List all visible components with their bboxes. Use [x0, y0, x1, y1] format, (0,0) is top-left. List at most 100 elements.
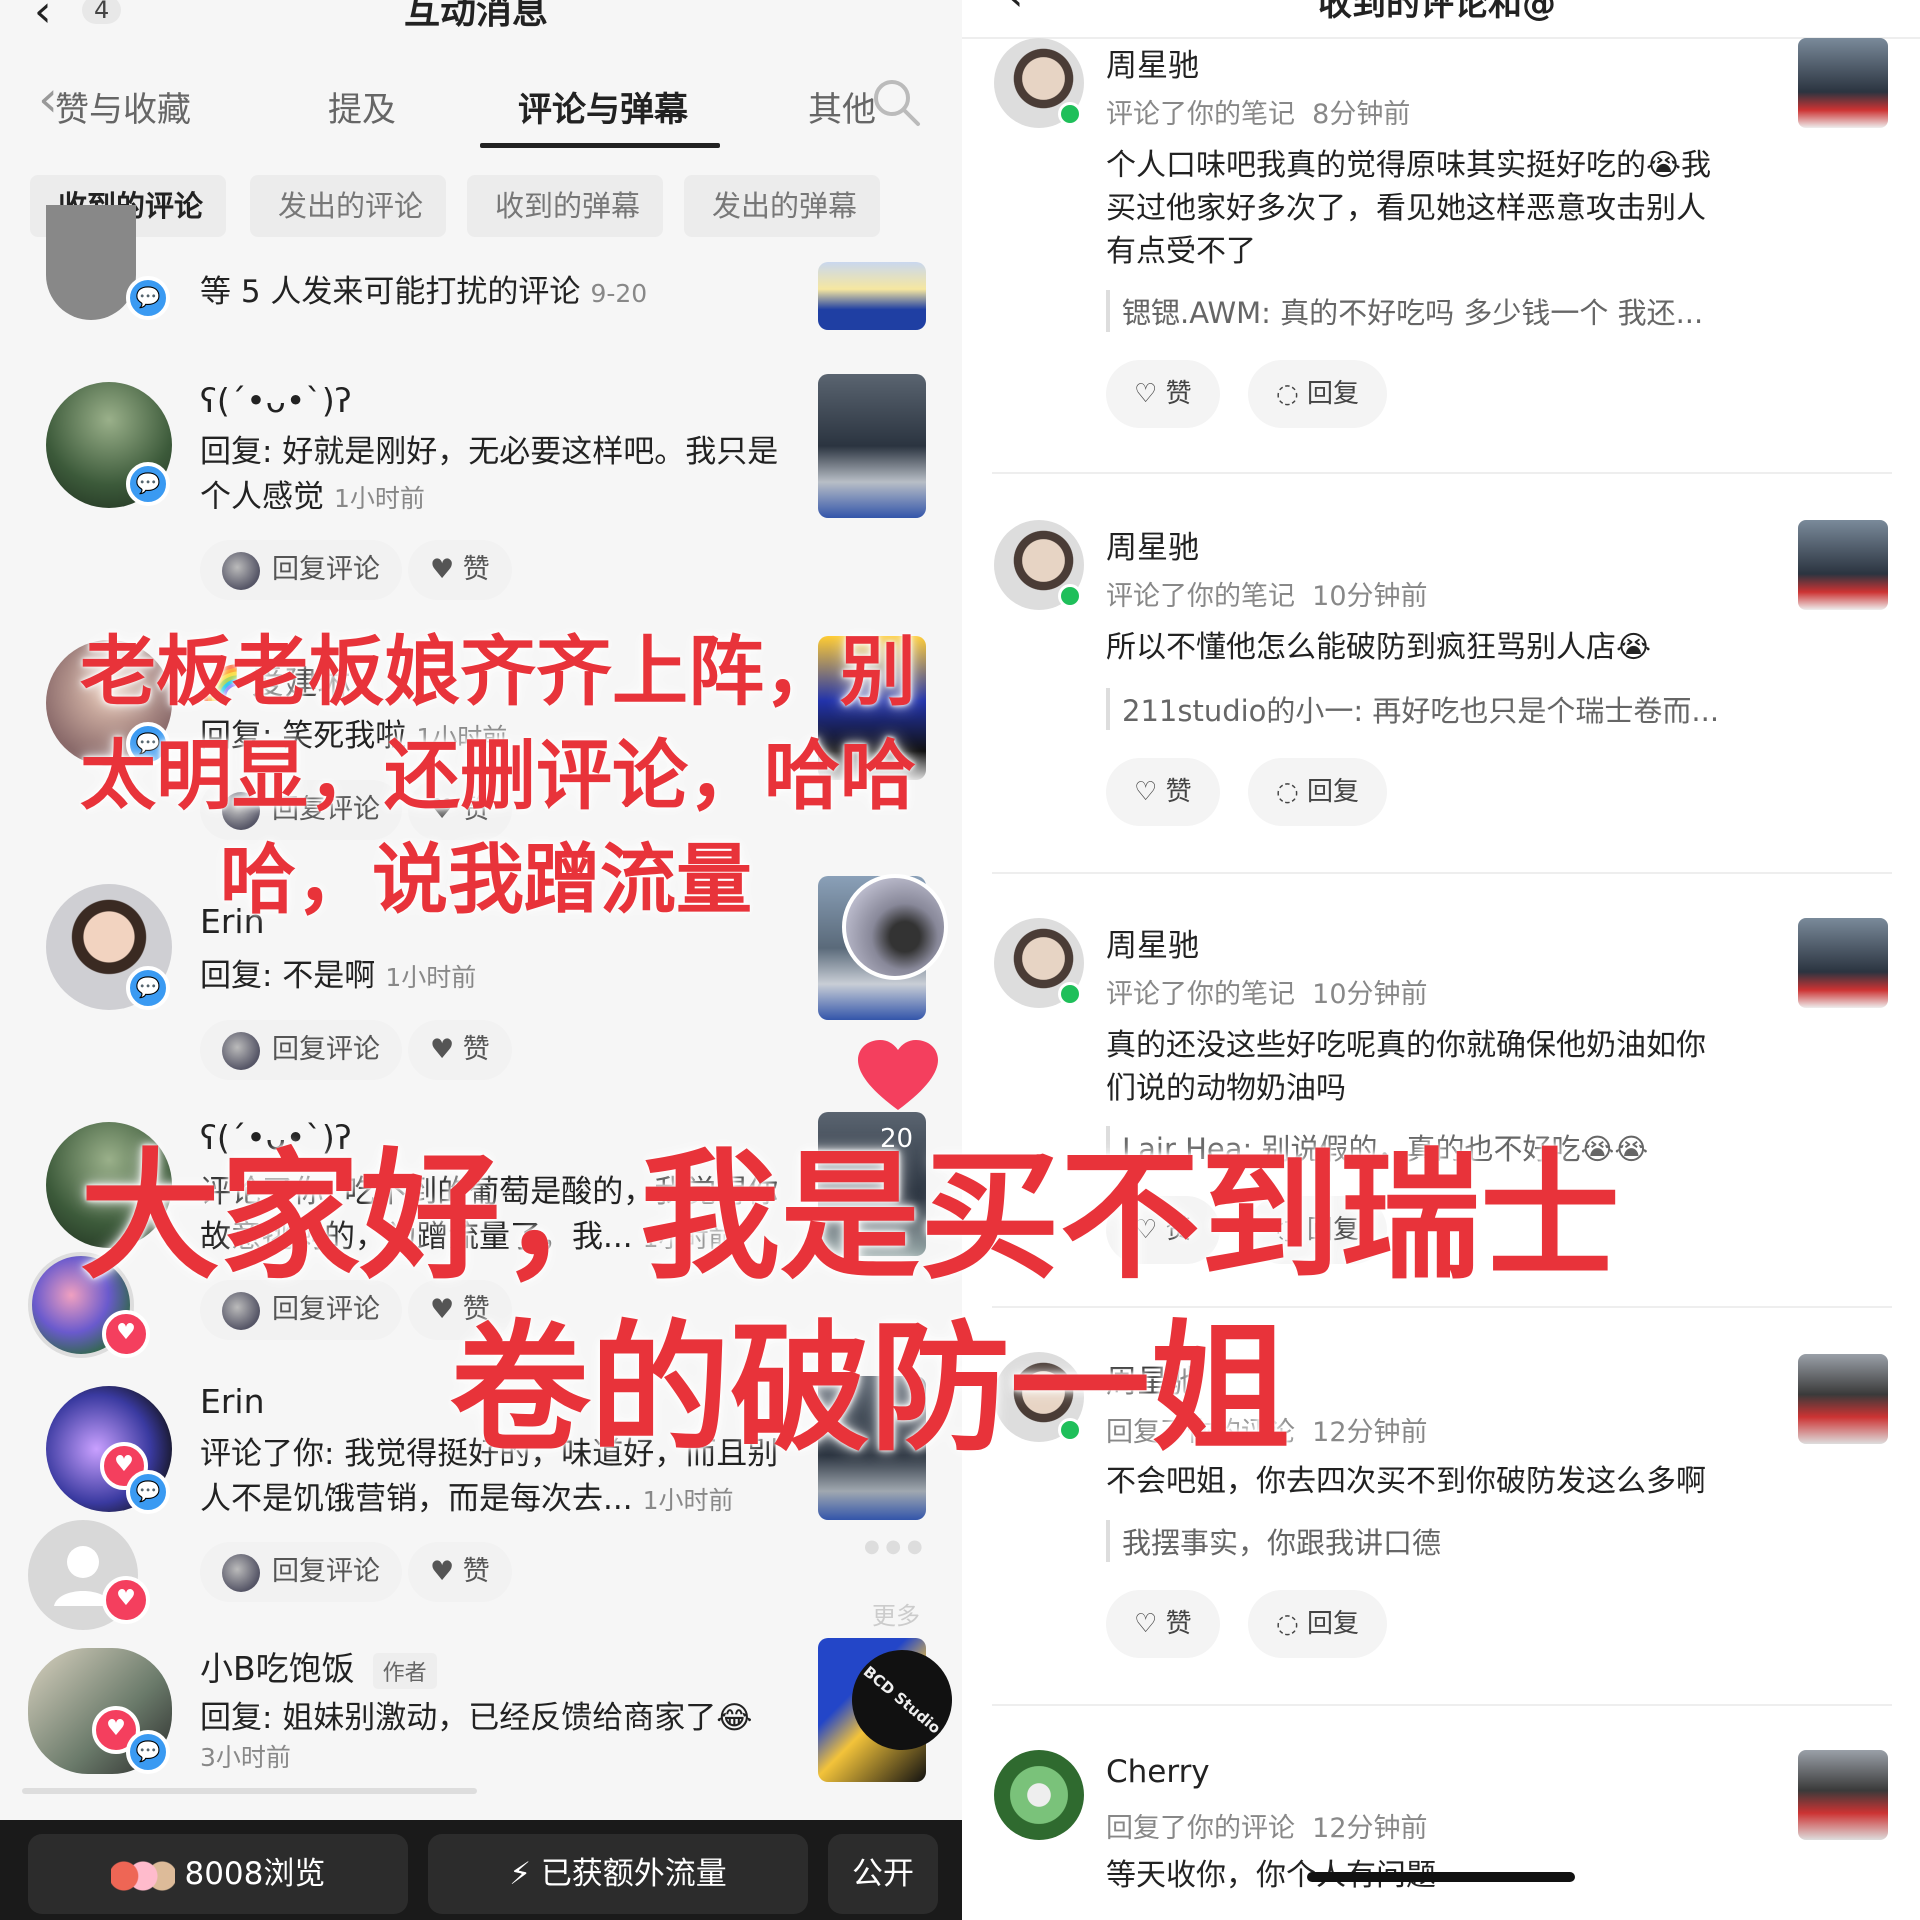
- comment-text[interactable]: 回复: 好就是刚好，无必要这样吧。我只是 个人感觉 1小时前: [200, 430, 800, 521]
- like-label: 赞: [1165, 1609, 1192, 1639]
- quoted-comment[interactable]: 锶锶.AWM: 真的不好吃吗 多少钱一个 我还...: [1106, 290, 1703, 332]
- note-thumbnail[interactable]: [818, 374, 926, 518]
- comment-meta: 评论了你的笔记 8分钟前: [1106, 92, 1410, 131]
- comment-time: 12分钟前: [1312, 1813, 1428, 1844]
- scroll-indicator: [22, 1788, 477, 1794]
- caption-overlay-1: 老板老板娘齐齐上阵，别 太明显，还删评论，哈哈 哈，说我蹭流量: [80, 620, 916, 932]
- commenter-name[interactable]: 周星驰: [1106, 40, 1199, 85]
- note-thumbnail[interactable]: [1798, 38, 1888, 128]
- avatar[interactable]: [994, 1750, 1084, 1840]
- comment-meta: 评论了你的笔记 10分钟前: [1106, 574, 1428, 613]
- summary-text: 等 5 人发来可能打扰的评论: [200, 274, 581, 310]
- online-status-dot: [1058, 584, 1082, 608]
- divider: [992, 872, 1892, 874]
- extra-traffic-button[interactable]: ⚡ 已获额外流量: [428, 1834, 808, 1914]
- comment-time: 1小时前: [642, 1486, 734, 1515]
- subtab-sent-danmaku[interactable]: 发出的弹幕: [684, 175, 880, 237]
- caption-line: 卷的破防一姐: [450, 1308, 1291, 1471]
- like-label: 赞: [1165, 777, 1192, 807]
- like-button[interactable]: ♥ 赞: [408, 540, 512, 600]
- note-thumbnail[interactable]: [1798, 1750, 1888, 1840]
- note-thumbnail[interactable]: [818, 262, 926, 330]
- comment-line: 回复: 好就是刚好，无必要这样吧。我只是: [200, 434, 779, 470]
- commenter-name[interactable]: ʕ(ˊ•ᴗ•ˋ)ʔ: [200, 381, 352, 420]
- brand-logo-text: BCD Studio: [859, 1662, 945, 1738]
- comment-text[interactable]: 回复: 姐妹别激动，已经反馈给商家了😂 3小时前: [200, 1696, 800, 1775]
- comment-action: 评论了你的笔记: [1106, 99, 1295, 130]
- commenter-name-row[interactable]: 小B吃饱饭 作者: [200, 1642, 437, 1690]
- divider: [962, 37, 1920, 39]
- commenter-name[interactable]: Cherry: [1106, 1754, 1210, 1790]
- chat-bubble-icon: ◌: [1276, 379, 1307, 409]
- commenter-name[interactable]: 周星驰: [1106, 522, 1199, 567]
- online-status-dot: [1058, 982, 1082, 1006]
- comment-badge-icon: 💬: [126, 966, 170, 1010]
- views-label: 8008浏览: [184, 1856, 326, 1892]
- comment-time: 1小时前: [385, 963, 477, 992]
- commenter-name[interactable]: 周星驰: [1106, 920, 1199, 965]
- comment-text[interactable]: 回复: 不是啊 1小时前: [200, 954, 800, 1000]
- reply-comment-button[interactable]: 回复评论: [200, 540, 402, 600]
- mini-avatar: [222, 551, 260, 590]
- more-label[interactable]: 更多: [872, 1596, 920, 1631]
- subtab-sent-comments[interactable]: 发出的评论: [250, 175, 446, 237]
- comment-text[interactable]: 个人口味吧我真的觉得原味其实挺好吃的😭我 买过他家好多次了，看见她这样恶意攻击别…: [1106, 144, 1806, 273]
- like-button[interactable]: ♡ 赞: [1106, 1590, 1220, 1658]
- views-button[interactable]: 8008浏览: [28, 1834, 408, 1914]
- heart-icon: ♥: [430, 1034, 463, 1065]
- reply-label: 回复: [1306, 777, 1359, 807]
- right-screen: ‹ 收到的评论和@ 周星驰 评论了你的笔记 8分钟前 个人口味吧我真的觉得原味其…: [962, 0, 1920, 1920]
- note-thumbnail[interactable]: [1798, 1354, 1888, 1444]
- back-icon[interactable]: ‹: [1006, 0, 1024, 21]
- comment-text[interactable]: 真的还没这些好吃呢真的你就确保他奶油如你 们说的动物奶油吗: [1106, 1024, 1806, 1110]
- subtab-received-danmaku[interactable]: 收到的弹幕: [467, 175, 663, 237]
- comment-action: 回复了你的评论: [1106, 1813, 1295, 1844]
- viewer-avatars-icon: [110, 1858, 175, 1893]
- comment-line: 个人口味吧我真的觉得原味其实挺好吃的😭我: [1106, 148, 1712, 183]
- like-label: 赞: [462, 554, 490, 585]
- commenter-name: 小B吃饱饭: [200, 1649, 355, 1688]
- pagination-dots: ● ● ●: [864, 1536, 923, 1557]
- comment-badge-icon: 💬: [126, 1730, 170, 1774]
- chat-bubble-icon: ◌: [1276, 777, 1307, 807]
- note-thumbnail[interactable]: [1798, 918, 1888, 1008]
- tab-other[interactable]: 其他: [808, 82, 876, 131]
- filtered-comments-summary[interactable]: 等 5 人发来可能打扰的评论 9-20: [200, 266, 647, 311]
- quoted-comment[interactable]: 211studio的小一: 再好吃也只是个瑞士卷而...: [1106, 688, 1719, 730]
- comment-time: 10分钟前: [1312, 581, 1428, 612]
- like-button[interactable]: ♡ 赞: [1106, 758, 1220, 826]
- heart-icon[interactable]: [858, 1040, 938, 1112]
- reply-comment-button[interactable]: 回复评论: [200, 1020, 402, 1080]
- tab-likes-favorites[interactable]: 赞与收藏: [55, 82, 191, 131]
- left-screen: ‹ 4 互动消息 ‹ 赞与收藏 提及 评论与弹幕 其他 收到的评论 发出的评论 …: [0, 0, 962, 1920]
- reply-button[interactable]: ◌ 回复: [1248, 758, 1387, 826]
- tab-mentions[interactable]: 提及: [328, 82, 396, 131]
- like-label: 赞: [462, 1034, 490, 1065]
- public-button[interactable]: 公开: [828, 1834, 938, 1914]
- avatar[interactable]: [46, 205, 136, 320]
- home-indicator: [1307, 1872, 1575, 1882]
- tab-comments-danmaku[interactable]: 评论与弹幕: [518, 82, 688, 131]
- like-button[interactable]: ♥ 赞: [408, 1020, 512, 1080]
- comment-time: 10分钟前: [1312, 979, 1428, 1010]
- comment-meta: 评论了你的笔记 10分钟前: [1106, 972, 1428, 1011]
- note-thumbnail[interactable]: [1798, 520, 1888, 610]
- online-status-dot: [1058, 102, 1082, 126]
- reply-button[interactable]: ◌ 回复: [1248, 360, 1387, 428]
- search-icon[interactable]: [870, 76, 924, 130]
- comment-badge-icon: 💬: [126, 1470, 170, 1514]
- heart-outline-icon: ♡: [1134, 777, 1166, 807]
- quoted-comment[interactable]: 我摆事实，你跟我讲口德: [1106, 1520, 1441, 1562]
- like-button[interactable]: ♡ 赞: [1106, 360, 1220, 428]
- reply-label: 回复: [1306, 1609, 1359, 1639]
- back-icon[interactable]: ‹: [34, 0, 52, 37]
- reply-button[interactable]: ◌ 回复: [1248, 1590, 1387, 1658]
- caption-line: 哈，说我蹭流量: [220, 835, 752, 924]
- reply-comment-button[interactable]: 回复评论: [200, 1542, 402, 1602]
- like-button[interactable]: ♥ 赞: [408, 1542, 512, 1602]
- heart-badge-icon: ♥: [102, 1576, 150, 1624]
- comment-text[interactable]: 所以不懂他怎么能破防到疯狂骂别人店😭: [1106, 626, 1806, 669]
- comment-line: 个人感觉: [200, 479, 324, 515]
- bottom-bar: 8008浏览 ⚡ 已获额外流量 公开: [0, 1820, 962, 1920]
- heart-outline-icon: ♡: [1134, 379, 1166, 409]
